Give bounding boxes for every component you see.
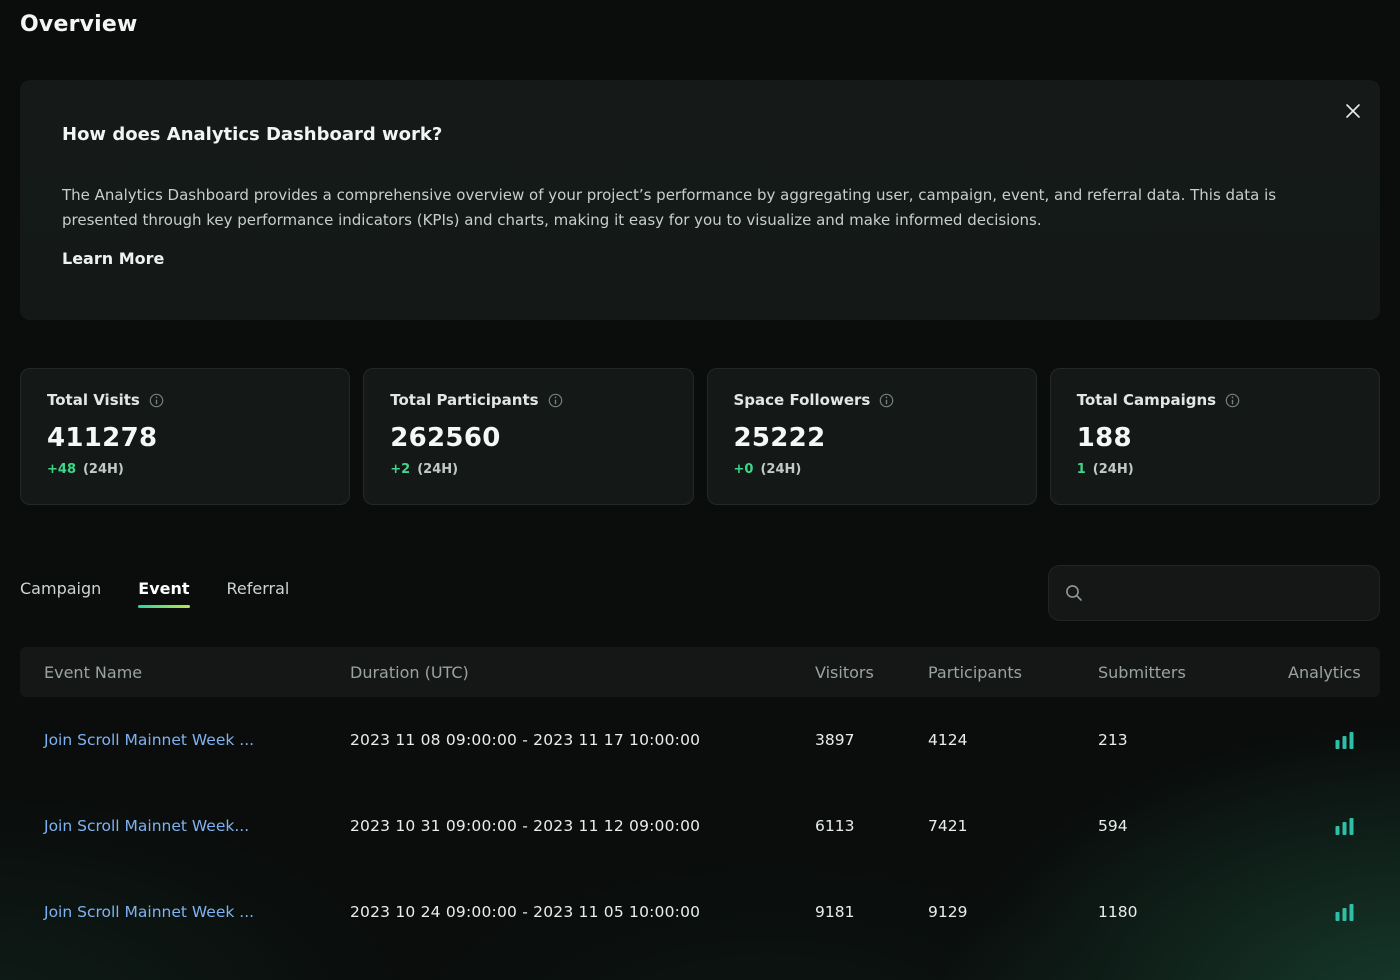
kpi-period: (24H): [417, 462, 458, 477]
event-visitors: 3897: [815, 731, 928, 749]
event-participants: 4124: [928, 731, 1098, 749]
learn-more-link[interactable]: Learn More: [62, 249, 164, 268]
analytics-chart-icon[interactable]: [1333, 730, 1356, 751]
kpi-row: Total Visits 411278 +48 (24H) Total Part…: [20, 368, 1380, 505]
column-header-duration: Duration (UTC): [350, 663, 815, 682]
info-banner: How does Analytics Dashboard work? The A…: [20, 80, 1380, 320]
event-participants: 9129: [928, 903, 1098, 921]
info-icon[interactable]: [149, 393, 164, 408]
analytics-chart-icon[interactable]: [1333, 902, 1356, 923]
kpi-card-total-visits: Total Visits 411278 +48 (24H): [20, 368, 350, 505]
event-duration: 2023 11 08 09:00:00 - 2023 11 17 10:00:0…: [350, 731, 815, 749]
kpi-delta: 1: [1077, 462, 1086, 477]
event-visitors: 6113: [815, 817, 928, 835]
table-header-row: Event Name Duration (UTC) Visitors Parti…: [20, 647, 1380, 697]
column-header-visitors: Visitors: [815, 663, 928, 682]
kpi-label: Total Visits: [47, 391, 140, 409]
kpi-label: Total Participants: [390, 391, 538, 409]
table-row: Join Scroll Mainnet Week ... 2023 11 08 …: [20, 697, 1380, 783]
column-header-submitters: Submitters: [1098, 663, 1288, 682]
tabs: Campaign Event Referral: [20, 579, 289, 608]
events-table: Event Name Duration (UTC) Visitors Parti…: [20, 647, 1380, 955]
info-icon[interactable]: [1225, 393, 1240, 408]
tab-campaign[interactable]: Campaign: [20, 579, 101, 608]
banner-description: The Analytics Dashboard provides a compr…: [62, 183, 1336, 233]
event-visitors: 9181: [815, 903, 928, 921]
kpi-period: (24H): [1093, 462, 1134, 477]
event-submitters: 594: [1098, 817, 1288, 835]
close-icon[interactable]: [1342, 100, 1364, 122]
search-box[interactable]: [1048, 565, 1380, 621]
event-submitters: 1180: [1098, 903, 1288, 921]
kpi-value: 411278: [47, 423, 323, 453]
event-name-link[interactable]: Join Scroll Mainnet Week ...: [44, 903, 350, 921]
event-name-link[interactable]: Join Scroll Mainnet Week ...: [44, 731, 350, 749]
kpi-period: (24H): [760, 462, 801, 477]
kpi-value: 25222: [734, 423, 1010, 453]
kpi-delta: +48: [47, 462, 76, 477]
search-icon: [1065, 584, 1083, 602]
info-icon[interactable]: [548, 393, 563, 408]
search-input[interactable]: [1093, 584, 1363, 602]
kpi-value: 262560: [390, 423, 666, 453]
kpi-card-total-campaigns: Total Campaigns 188 1 (24H): [1050, 368, 1380, 505]
page-title: Overview: [20, 12, 1380, 37]
event-name-link[interactable]: Join Scroll Mainnet Week...: [44, 817, 350, 835]
table-row: Join Scroll Mainnet Week ... 2023 10 24 …: [20, 869, 1380, 955]
kpi-delta: +0: [734, 462, 754, 477]
kpi-card-space-followers: Space Followers 25222 +0 (24H): [707, 368, 1037, 505]
kpi-card-total-participants: Total Participants 262560 +2 (24H): [363, 368, 693, 505]
event-duration: 2023 10 24 09:00:00 - 2023 11 05 10:00:0…: [350, 903, 815, 921]
event-submitters: 213: [1098, 731, 1288, 749]
info-icon[interactable]: [879, 393, 894, 408]
analytics-chart-icon[interactable]: [1333, 816, 1356, 837]
column-header-analytics: Analytics: [1288, 663, 1361, 682]
kpi-period: (24H): [83, 462, 124, 477]
banner-title: How does Analytics Dashboard work?: [62, 124, 1336, 145]
tab-referral[interactable]: Referral: [227, 579, 290, 608]
kpi-label: Total Campaigns: [1077, 391, 1216, 409]
tab-event[interactable]: Event: [138, 579, 189, 608]
table-row: Join Scroll Mainnet Week... 2023 10 31 0…: [20, 783, 1380, 869]
kpi-value: 188: [1077, 423, 1353, 453]
column-header-event-name: Event Name: [44, 663, 350, 682]
event-duration: 2023 10 31 09:00:00 - 2023 11 12 09:00:0…: [350, 817, 815, 835]
column-header-participants: Participants: [928, 663, 1098, 682]
kpi-label: Space Followers: [734, 391, 871, 409]
controls-row: Campaign Event Referral: [20, 565, 1380, 621]
event-participants: 7421: [928, 817, 1098, 835]
kpi-delta: +2: [390, 462, 410, 477]
